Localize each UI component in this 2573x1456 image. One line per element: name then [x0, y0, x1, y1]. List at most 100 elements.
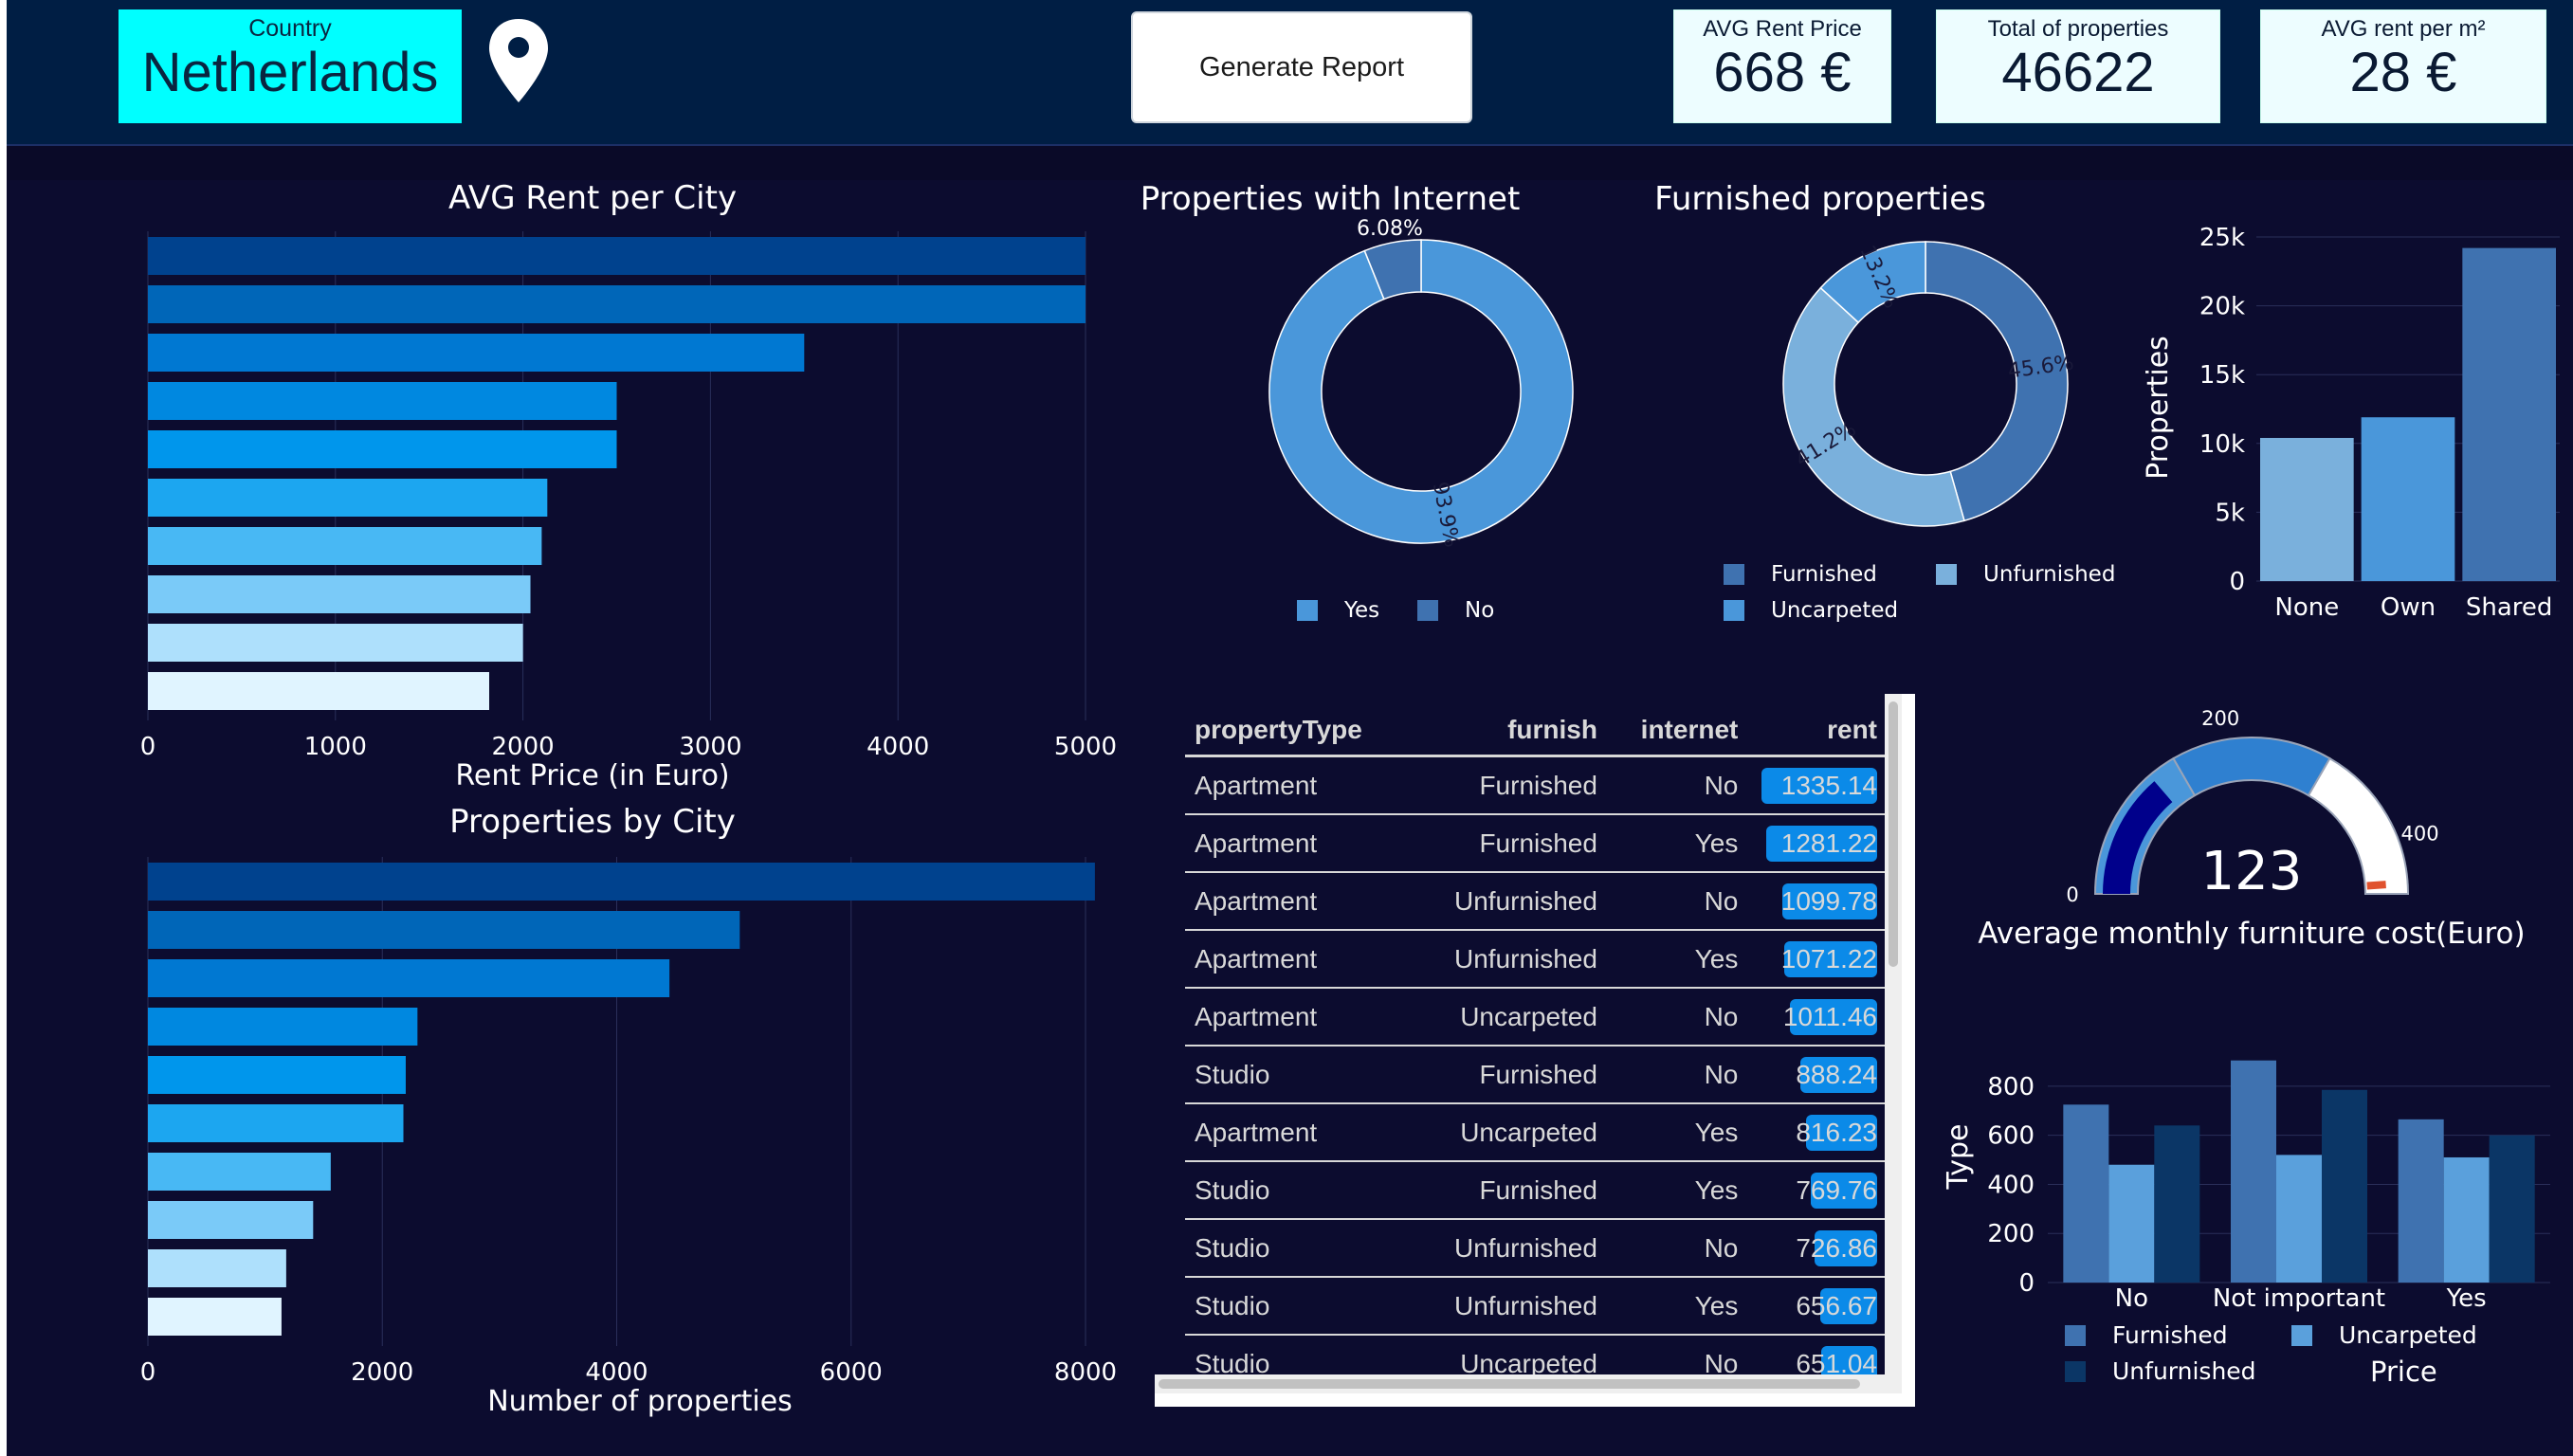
table-row[interactable]: Studio Unfurnished No 726.86 — [1185, 1219, 1887, 1278]
bar[interactable] — [148, 1056, 406, 1094]
scrollbar-thumb[interactable] — [1159, 1379, 1860, 1389]
bar[interactable] — [2260, 437, 2354, 581]
rent-value: 1281.22 — [1780, 828, 1877, 858]
rent-value: 888.24 — [1796, 1059, 1877, 1089]
table-row[interactable]: Apartment Furnished Yes 1281.22 — [1185, 814, 1887, 873]
bar[interactable] — [148, 334, 805, 372]
legend-label: Uncarpeted — [2339, 1321, 2477, 1349]
gauge-tick-label: 0 — [2066, 883, 2078, 906]
country-selector[interactable]: Country Netherlands — [119, 9, 462, 123]
rent-value: 769.76 — [1796, 1174, 1877, 1205]
table-row[interactable]: Apartment Uncarpeted No 1011.46 — [1185, 988, 1887, 1046]
bar[interactable] — [2063, 1104, 2109, 1283]
bar[interactable] — [148, 672, 489, 710]
kpi-total-properties: Total of properties 46622 — [1936, 9, 2220, 123]
rent-value: 1011.46 — [1782, 1001, 1877, 1031]
bar[interactable] — [148, 863, 1095, 901]
bar[interactable] — [2489, 1135, 2535, 1283]
properties-by-city-chart: Properties by City 0 2000 4000 6000 8000 Num… — [140, 803, 1117, 1418]
bar[interactable] — [148, 911, 740, 949]
legend-swatch[interactable] — [2291, 1325, 2312, 1346]
bar[interactable] — [148, 1201, 314, 1239]
table-row[interactable]: Apartment Uncarpeted Yes 816.23 — [1185, 1103, 1887, 1162]
bar[interactable] — [2231, 1060, 2276, 1283]
table-row[interactable]: Apartment Unfurnished Yes 1071.22 — [1185, 930, 1887, 989]
table-cell: 1099.78 — [1747, 872, 1887, 931]
column-header[interactable]: rent — [1747, 705, 1887, 757]
legend-title: Price — [2370, 1356, 2437, 1388]
kpi-label: AVG rent per m² — [2321, 16, 2486, 42]
rent-value: 1099.78 — [1780, 885, 1877, 916]
x-tick-label: 4000 — [585, 1358, 648, 1387]
bar[interactable] — [148, 959, 670, 997]
table-cell: Apartment — [1185, 988, 1412, 1046]
legend-swatch[interactable] — [1297, 600, 1318, 621]
gauge-tick-label: 200 — [2201, 707, 2239, 730]
table-cell: Uncarpeted — [1411, 1103, 1607, 1162]
bar[interactable] — [148, 527, 542, 565]
chart-title: AVG Rent per City — [448, 179, 737, 217]
table-cell: Apartment — [1185, 1103, 1412, 1162]
x-axis-title: Rent Price (in Euro) — [455, 759, 729, 792]
bar[interactable] — [148, 1153, 331, 1191]
bar[interactable] — [148, 1008, 418, 1046]
table-cell: Unfurnished — [1411, 1219, 1607, 1278]
legend-swatch[interactable] — [1724, 600, 1744, 621]
legend-swatch[interactable] — [2065, 1325, 2086, 1346]
vertical-scrollbar[interactable] — [1885, 694, 1902, 1393]
bar[interactable] — [148, 575, 531, 613]
legend-label: Furnished — [2112, 1321, 2228, 1349]
table-row[interactable]: Apartment Furnished No 1335.14 — [1185, 755, 1887, 815]
bar[interactable] — [148, 1298, 282, 1336]
bar[interactable] — [148, 479, 548, 517]
bar[interactable] — [148, 1249, 286, 1287]
table-cell: Furnished — [1411, 1161, 1607, 1220]
y-tick-label: 15k — [2199, 361, 2245, 390]
legend-swatch[interactable] — [2065, 1361, 2086, 1382]
horizontal-scrollbar[interactable] — [1155, 1374, 1902, 1393]
rent-table[interactable]: propertyType furnish internet rent Apartmen… — [1155, 694, 1915, 1407]
bar[interactable] — [148, 237, 1086, 275]
country-value[interactable]: Netherlands — [119, 43, 462, 103]
bar[interactable] — [2108, 1164, 2155, 1283]
table-cell: 1071.22 — [1747, 930, 1887, 989]
legend-label: Furnished — [1771, 562, 1877, 587]
bar[interactable] — [2443, 1156, 2490, 1283]
y-tick-label: 20k — [2199, 293, 2245, 321]
legend-swatch[interactable] — [1724, 564, 1744, 585]
table-cell: Apartment — [1185, 755, 1412, 815]
bar[interactable] — [2154, 1125, 2200, 1283]
bar[interactable] — [2276, 1155, 2322, 1283]
bar[interactable] — [148, 285, 1086, 323]
bar[interactable] — [148, 382, 617, 420]
column-header[interactable]: internet — [1606, 705, 1748, 757]
bar[interactable] — [2462, 247, 2556, 581]
table-row[interactable]: Studio Furnished No 888.24 — [1185, 1046, 1887, 1104]
rent-value: 816.23 — [1796, 1117, 1877, 1147]
bar[interactable] — [2398, 1119, 2444, 1283]
x-tick-label: Not important — [2213, 1284, 2385, 1313]
table-row[interactable]: Studio Furnished Yes 769.76 — [1185, 1161, 1887, 1220]
legend-swatch[interactable] — [1417, 600, 1438, 621]
bar[interactable] — [148, 430, 617, 468]
page-left-edge — [0, 0, 7, 1456]
table-cell: No — [1606, 1046, 1748, 1104]
table-row[interactable]: Studio Unfurnished Yes 656.67 — [1185, 1277, 1887, 1336]
bar[interactable] — [2322, 1089, 2367, 1283]
legend-swatch[interactable] — [1936, 564, 1957, 585]
table-cell: Furnished — [1411, 1046, 1607, 1104]
kpi-avg-rent: AVG Rent Price 668 € — [1673, 9, 1891, 123]
pie-slice[interactable] — [1782, 286, 1965, 527]
generate-report-button[interactable]: Generate Report — [1131, 11, 1472, 123]
bar[interactable] — [148, 1104, 404, 1142]
column-header[interactable]: furnish — [1411, 705, 1607, 757]
column-header[interactable]: propertyType — [1185, 705, 1412, 757]
table-cell: No — [1606, 988, 1748, 1046]
table-cell: 888.24 — [1747, 1046, 1887, 1104]
bar[interactable] — [148, 624, 523, 662]
table-cell: No — [1606, 1219, 1748, 1278]
table-cell: Furnished — [1411, 755, 1607, 815]
bar[interactable] — [2361, 417, 2455, 581]
scrollbar-thumb[interactable] — [1889, 701, 1898, 967]
table-row[interactable]: Apartment Unfurnished No 1099.78 — [1185, 872, 1887, 931]
